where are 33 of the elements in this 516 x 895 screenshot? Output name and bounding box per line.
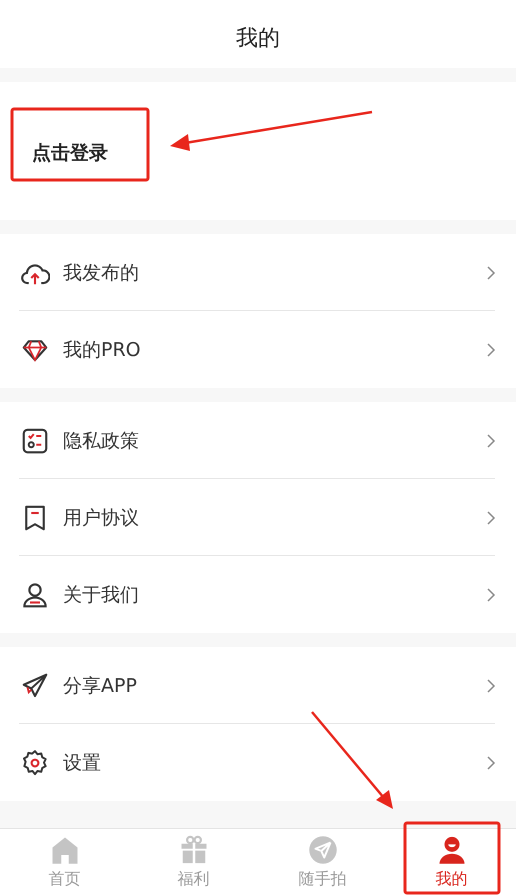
menu-label: 用户协议 <box>63 506 140 530</box>
chevron-right-icon <box>486 264 496 280</box>
chevron-right-icon <box>486 754 496 770</box>
menu-item[interactable]: 隐私政策 <box>0 402 516 479</box>
tab[interactable]: 我的 <box>387 829 516 895</box>
menu-item[interactable]: 用户协议 <box>0 479 516 556</box>
chevron-right-icon <box>486 510 496 526</box>
login-link[interactable]: 点击登录 <box>32 140 108 166</box>
page-title: 我的 <box>236 25 280 53</box>
person-icon <box>436 834 466 864</box>
menu-label: 分享APP <box>63 674 138 698</box>
home-icon <box>50 834 80 864</box>
chevron-right-icon <box>486 586 496 602</box>
menu-item[interactable]: 关于我们 <box>0 556 516 633</box>
tab-label: 首页 <box>48 868 80 890</box>
menu-item[interactable]: 我的PRO <box>0 311 516 388</box>
paper-plane-icon <box>308 834 338 864</box>
menu-label: 设置 <box>63 750 102 776</box>
menu-label: 关于我们 <box>63 582 140 608</box>
gift-icon <box>178 834 208 864</box>
menu-label: 我发布的 <box>63 260 140 286</box>
menu-label: 隐私政策 <box>63 428 140 454</box>
chevron-right-icon <box>486 432 496 448</box>
chevron-right-icon <box>486 342 496 358</box>
menu-item[interactable]: 设置 <box>0 724 516 801</box>
tab-label: 随手拍 <box>298 868 346 890</box>
menu-item[interactable]: 我发布的 <box>0 234 516 311</box>
checklist-icon <box>20 426 50 456</box>
chevron-right-icon <box>486 678 496 694</box>
menu-label: 我的PRO <box>63 338 142 362</box>
tab-label: 我的 <box>436 868 468 890</box>
tab-label: 福利 <box>178 868 210 890</box>
menu-item[interactable]: 分享APP <box>0 647 516 724</box>
